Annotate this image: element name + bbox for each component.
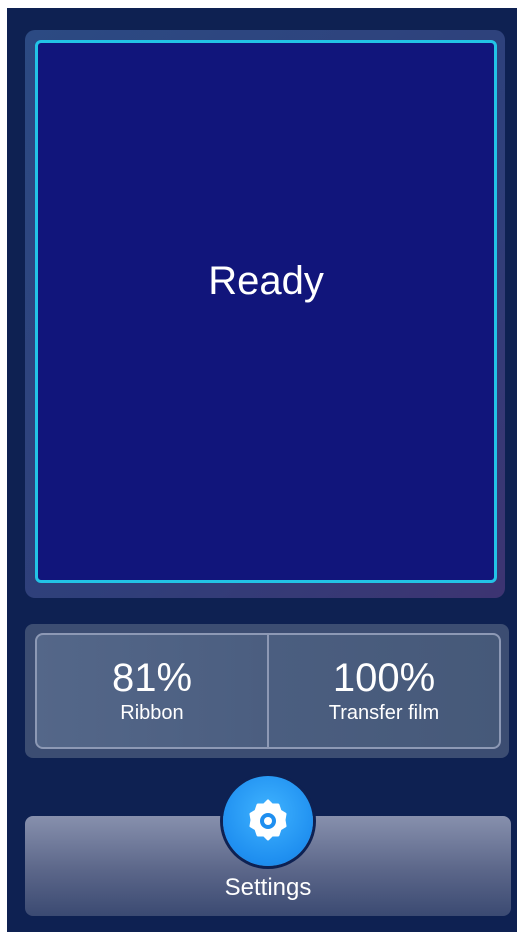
transfer-film-label: Transfer film [328, 702, 440, 724]
supply-transfer-film: 100% Transfer film [267, 635, 499, 747]
transfer-film-level: 100% [332, 656, 436, 700]
status-display[interactable]: Ready [35, 40, 497, 583]
status-panel: Ready [25, 30, 505, 598]
ribbon-label: Ribbon [120, 702, 184, 724]
ribbon-level: 81% [111, 656, 193, 700]
printer-screen: Ready 81% Ribbon 100% Transfer film Sett… [7, 8, 517, 932]
settings-label: Settings [224, 874, 312, 901]
supply-ribbon: 81% Ribbon [37, 635, 267, 747]
supplies-panel: 81% Ribbon 100% Transfer film [25, 624, 509, 758]
supplies-card[interactable]: 81% Ribbon 100% Transfer film [35, 633, 501, 749]
gear-icon-graphic [249, 799, 287, 841]
status-text: Ready [208, 259, 324, 303]
gear-icon[interactable] [223, 776, 313, 866]
